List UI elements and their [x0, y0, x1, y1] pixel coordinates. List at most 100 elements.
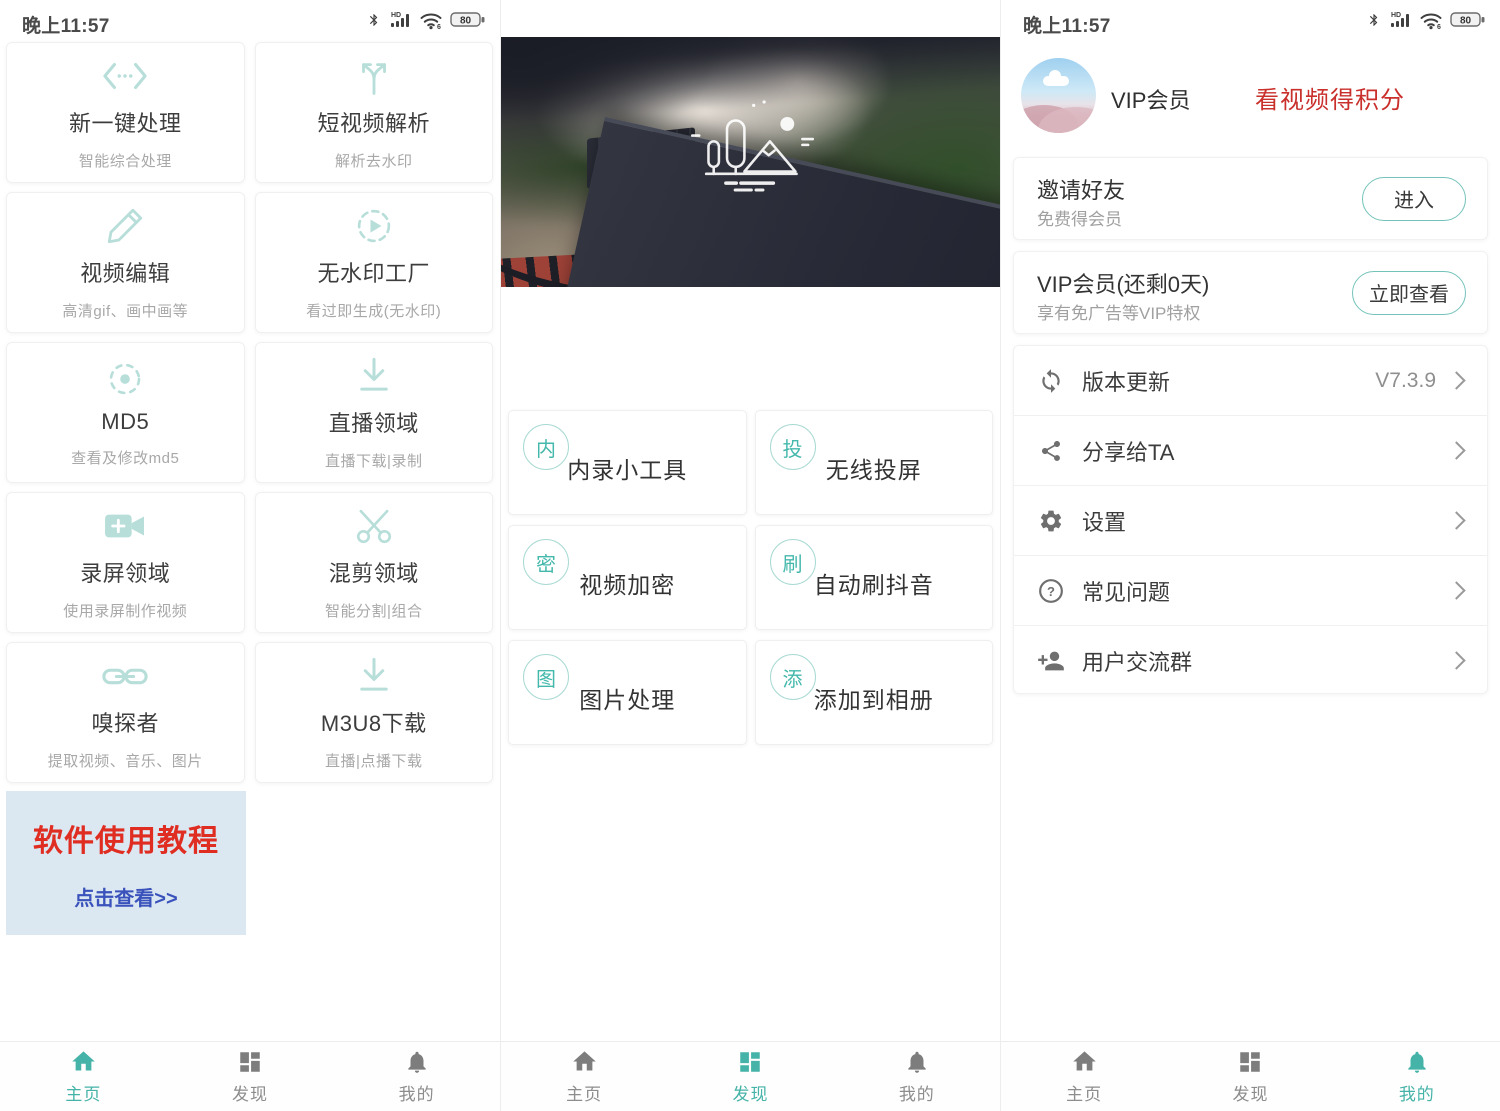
feature-card-live[interactable]: 直播领域 直播下载|录制	[255, 342, 494, 483]
nav-discover[interactable]: 发现	[667, 1042, 833, 1111]
invite-friends-card[interactable]: 邀请好友 免费得会员 进入	[1013, 157, 1488, 240]
photo-watermark-logo	[683, 95, 829, 197]
tool-card-video-encrypt[interactable]: 密 视频加密	[508, 525, 747, 630]
tool-card-auto-swipe[interactable]: 刷 自动刷抖音	[755, 525, 994, 630]
cellular-signal-icon: HD	[388, 10, 412, 30]
enter-button[interactable]: 进入	[1362, 177, 1466, 221]
nav-label: 我的	[899, 1080, 935, 1105]
watch-video-points-link[interactable]: 看视频得积分	[1255, 80, 1405, 115]
feature-card-video-parse[interactable]: 短视频解析 解析去水印	[255, 42, 494, 183]
view-now-button[interactable]: 立即查看	[1352, 271, 1466, 315]
svg-text:HD: HD	[1391, 12, 1401, 19]
nav-mine[interactable]: 我的	[333, 1042, 500, 1111]
svg-text:80: 80	[460, 16, 472, 27]
chevron-right-icon	[1447, 511, 1465, 529]
nav-home[interactable]: 主页	[1001, 1042, 1167, 1111]
home-screen-panel: 晚上11:57 HD 6 80 新一键处理 智能综合处理 短视频解析 解析去水印	[0, 0, 500, 1111]
chevron-right-icon	[1447, 371, 1465, 389]
nav-mine[interactable]: 我的	[834, 1042, 1000, 1111]
menu-label: 用户交流群	[1082, 645, 1192, 677]
feature-title: 无水印工厂	[317, 256, 430, 288]
feature-title: MD5	[101, 409, 149, 435]
status-bar: 晚上11:57 HD 6 80	[1001, 0, 1500, 42]
nav-home[interactable]: 主页	[0, 1042, 167, 1111]
feature-card-one-key[interactable]: 新一键处理 智能综合处理	[6, 42, 245, 183]
bluetooth-icon	[1367, 10, 1381, 30]
target-dashed-icon	[104, 357, 146, 401]
nav-label: 主页	[566, 1080, 602, 1105]
feature-subtitle: 直播|点播下载	[325, 750, 422, 771]
bottom-nav: 主页 发现 我的	[1001, 1041, 1500, 1111]
menu-item-share[interactable]: 分享给TA	[1014, 415, 1487, 485]
share-icon	[1036, 436, 1066, 466]
nav-discover[interactable]: 发现	[1167, 1042, 1333, 1111]
tool-card-image-process[interactable]: 图 图片处理	[508, 640, 747, 745]
feature-title: 直播领域	[329, 406, 419, 438]
menu-label: 版本更新	[1082, 365, 1170, 397]
tool-card-internal-record[interactable]: 内 内录小工具	[508, 410, 747, 515]
menu-item-settings[interactable]: 设置	[1014, 485, 1487, 555]
feature-subtitle: 智能分割|组合	[325, 600, 422, 621]
tutorial-link[interactable]: 点击查看>>	[74, 882, 177, 911]
profile-header: VIP会员 看视频得积分	[1001, 50, 1500, 142]
clock: 晚上11:57	[22, 11, 110, 38]
banner-photo[interactable]	[501, 37, 1001, 287]
feature-subtitle: 使用录屏制作视频	[63, 600, 187, 621]
menu-label: 设置	[1082, 505, 1126, 537]
vip-status-card[interactable]: VIP会员(还剩0天) 享有免广告等VIP特权 立即查看	[1013, 251, 1488, 334]
play-dashed-icon	[353, 204, 395, 248]
home-icon	[70, 1048, 97, 1075]
tool-card-cast-screen[interactable]: 投 无线投屏	[755, 410, 994, 515]
tutorial-banner[interactable]: 软件使用教程 点击查看>>	[6, 791, 246, 935]
home-icon	[1071, 1048, 1098, 1075]
scissors-icon	[353, 504, 395, 548]
feature-card-m3u8[interactable]: M3U8下载 直播|点播下载	[255, 642, 494, 783]
help-icon: ?	[1036, 576, 1066, 606]
feature-title: 新一键处理	[69, 106, 182, 138]
feature-title: 视频编辑	[80, 256, 170, 288]
tool-label: 图片处理	[509, 681, 746, 715]
bottom-nav: 主页 发现 我的	[501, 1041, 1000, 1111]
clock: 晚上11:57	[1023, 11, 1111, 38]
menu-item-faq[interactable]: ? 常见问题	[1014, 555, 1487, 625]
feature-subtitle: 高清gif、画中画等	[62, 300, 188, 321]
feature-card-no-watermark[interactable]: 无水印工厂 看过即生成(无水印)	[255, 192, 494, 333]
feature-card-sniffer[interactable]: 嗅探者 提取视频、音乐、图片	[6, 642, 245, 783]
pencil-icon	[104, 204, 146, 248]
feature-subtitle: 看过即生成(无水印)	[306, 300, 441, 321]
feature-card-video-edit[interactable]: 视频编辑 高清gif、画中画等	[6, 192, 245, 333]
nav-home[interactable]: 主页	[501, 1042, 667, 1111]
feature-title: M3U8下载	[321, 706, 427, 738]
avatar[interactable]	[1021, 58, 1096, 133]
discover-screen-panel: 内 内录小工具 投 无线投屏 密 视频加密 刷 自动刷抖音 图 图片处理 添 添…	[500, 0, 1000, 1111]
menu-item-version-update[interactable]: 版本更新 V7.3.9	[1014, 346, 1487, 415]
svg-text:HD: HD	[391, 12, 401, 19]
video-plus-icon	[102, 504, 148, 548]
nav-label: 发现	[732, 1080, 768, 1105]
status-bar: 晚上11:57 HD 6 80	[0, 0, 500, 42]
chevron-right-icon	[1447, 581, 1465, 599]
menu-item-user-group[interactable]: 用户交流群	[1014, 625, 1487, 695]
tools-grid: 内 内录小工具 投 无线投屏 密 视频加密 刷 自动刷抖音 图 图片处理 添 添…	[508, 410, 993, 745]
nav-label: 发现	[1232, 1080, 1268, 1105]
version-value: V7.3.9	[1375, 369, 1436, 393]
nav-mine[interactable]: 我的	[1334, 1042, 1500, 1111]
tool-card-add-to-album[interactable]: 添 添加到相册	[755, 640, 994, 745]
bell-icon	[1404, 1049, 1430, 1075]
nav-label: 我的	[399, 1080, 435, 1105]
feature-subtitle: 智能综合处理	[79, 150, 172, 171]
gear-icon	[1036, 506, 1066, 536]
nav-label: 主页	[65, 1080, 101, 1105]
profile-screen-panel: 晚上11:57 HD 6 80 VIP会员 看视频得积分 邀请好友 免费得会员 …	[1000, 0, 1500, 1111]
split-arrows-icon	[353, 54, 395, 98]
dashboard-icon	[1237, 1049, 1263, 1075]
nav-label: 发现	[232, 1080, 268, 1105]
feature-subtitle: 直播下载|录制	[325, 450, 422, 471]
feature-card-md5[interactable]: MD5 查看及修改md5	[6, 342, 245, 483]
nav-discover[interactable]: 发现	[167, 1042, 334, 1111]
feature-title: 短视频解析	[317, 106, 430, 138]
feature-card-mix-cut[interactable]: 混剪领域 智能分割|组合	[255, 492, 494, 633]
nav-label: 我的	[1399, 1080, 1435, 1105]
feature-subtitle: 提取视频、音乐、图片	[48, 750, 203, 771]
feature-card-screen-record[interactable]: 录屏领域 使用录屏制作视频	[6, 492, 245, 633]
